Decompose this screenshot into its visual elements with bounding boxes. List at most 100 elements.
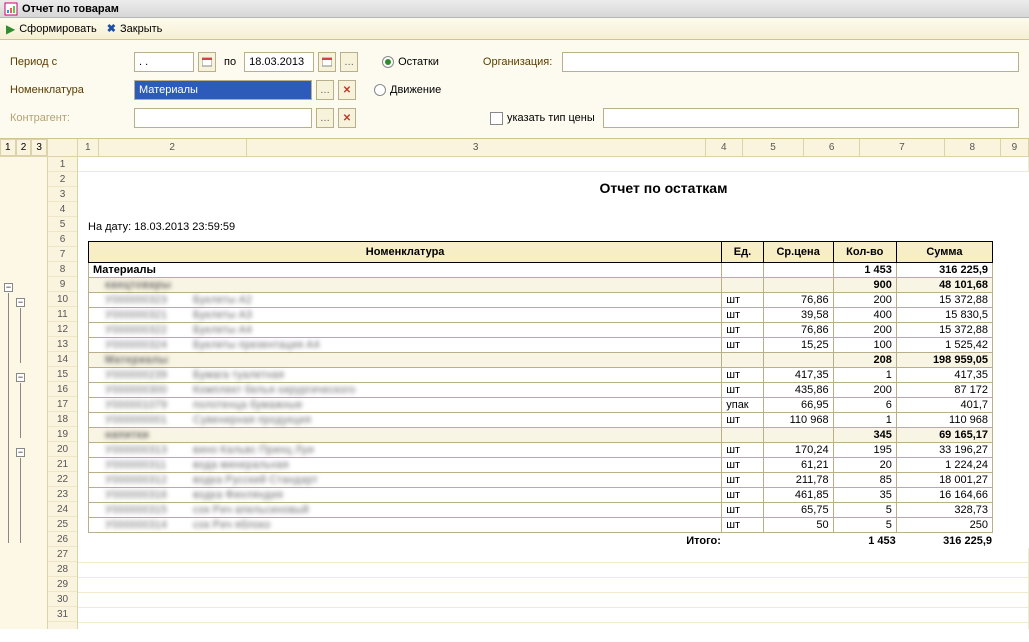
row-number[interactable]: 8 <box>48 262 77 277</box>
radio-movement[interactable]: Движение <box>374 84 441 96</box>
row-number[interactable]: 20 <box>48 442 77 457</box>
ellipsis-button[interactable]: … <box>340 52 358 72</box>
col-2[interactable]: 2 <box>99 139 247 156</box>
sum: 110 968 <box>896 413 992 428</box>
close-button[interactable]: ✖ Закрыть <box>107 22 163 35</box>
ellipsis-button[interactable]: … <box>316 108 334 128</box>
row-number[interactable]: 25 <box>48 517 77 532</box>
row-number[interactable]: 18 <box>48 412 77 427</box>
item-name: У000001079полотенца бумажные <box>89 398 722 413</box>
item-name: У000000313вино Кальвс Принц Луи <box>89 443 722 458</box>
calendar-icon[interactable] <box>198 52 216 72</box>
col-5[interactable]: 5 <box>743 139 804 156</box>
col-6[interactable]: 6 <box>804 139 860 156</box>
unit: шт <box>722 518 763 533</box>
period-to-input[interactable] <box>244 52 314 72</box>
col-8[interactable]: 8 <box>945 139 1001 156</box>
table-row: У000000313вино Кальвс Принц Луишт170,241… <box>89 443 993 458</box>
outline-level-3[interactable]: 3 <box>31 139 47 156</box>
qty: 1 <box>833 413 896 428</box>
row-number[interactable]: 6 <box>48 232 77 247</box>
avg: 76,86 <box>763 293 833 308</box>
row-number[interactable]: 7 <box>48 247 77 262</box>
pricetype-input[interactable] <box>603 108 1019 128</box>
row-number[interactable]: 1 <box>48 157 77 172</box>
row-number[interactable]: 2 <box>48 172 77 187</box>
unit: шт <box>722 473 763 488</box>
row-number[interactable]: 13 <box>48 337 77 352</box>
qty: 200 <box>833 323 896 338</box>
unit: шт <box>722 383 763 398</box>
row-number[interactable]: 24 <box>48 502 77 517</box>
table-row: напитки34569 165,17 <box>89 428 993 443</box>
avg <box>763 263 833 278</box>
row-number[interactable]: 27 <box>48 547 77 562</box>
qty: 6 <box>833 398 896 413</box>
row-number[interactable]: 9 <box>48 277 77 292</box>
row-number[interactable]: 31 <box>48 607 77 622</box>
unit <box>722 278 763 293</box>
col-1[interactable]: 1 <box>78 139 99 156</box>
row-number[interactable]: 3 <box>48 187 77 202</box>
run-label: Сформировать <box>19 23 97 35</box>
col-4[interactable]: 4 <box>706 139 744 156</box>
outline-toggle[interactable]: − <box>16 373 25 382</box>
qty: 200 <box>833 383 896 398</box>
row-number[interactable]: 22 <box>48 472 77 487</box>
ellipsis-button[interactable]: … <box>316 80 334 100</box>
row-number[interactable]: 11 <box>48 307 77 322</box>
unit: шт <box>722 488 763 503</box>
radio-balance[interactable]: Остатки <box>382 56 439 68</box>
outline-toggle[interactable]: − <box>4 283 13 292</box>
sheet-body[interactable]: 1 2 3 4 5 6 7 8 9 Отчет по остаткам На д… <box>78 139 1029 629</box>
item-name: У000000311вода минеральная <box>89 458 722 473</box>
row-number[interactable]: 29 <box>48 577 77 592</box>
row-number[interactable]: 15 <box>48 367 77 382</box>
outline-toggle[interactable]: − <box>16 448 25 457</box>
outline-line <box>20 458 21 543</box>
period-to-label: по <box>224 56 236 68</box>
contragent-input[interactable] <box>134 108 312 128</box>
col-9[interactable]: 9 <box>1001 139 1029 156</box>
table-row: У000000316водка Финляндияшт461,853516 16… <box>89 488 993 503</box>
org-label: Организация: <box>483 56 552 68</box>
item-name: У000000322Буклеты A4 <box>89 323 722 338</box>
row-number[interactable]: 12 <box>48 322 77 337</box>
row-number[interactable]: 14 <box>48 352 77 367</box>
outline-toggle[interactable]: − <box>16 298 25 307</box>
nomenclature-input[interactable] <box>134 80 312 100</box>
qty: 345 <box>833 428 896 443</box>
row-number[interactable]: 21 <box>48 457 77 472</box>
outline-level-1[interactable]: 1 <box>0 139 16 156</box>
pricetype-checkbox[interactable]: указать тип цены <box>490 112 595 125</box>
clear-button[interactable]: ✕ <box>338 80 356 100</box>
row-number[interactable]: 26 <box>48 532 77 547</box>
row-number[interactable]: 28 <box>48 562 77 577</box>
row-number[interactable]: 5 <box>48 217 77 232</box>
table-header-row: Номенклатура Ед. Ср.цена Кол-во Сумма <box>89 242 993 263</box>
row-number[interactable]: 10 <box>48 292 77 307</box>
outline-level-2[interactable]: 2 <box>16 139 32 156</box>
rownum-column: 1234567891011121314151617181920212223242… <box>48 139 78 629</box>
row-number[interactable]: 19 <box>48 427 77 442</box>
sum: 48 101,68 <box>896 278 992 293</box>
totals-sum: 316 225,9 <box>897 534 993 548</box>
item-name: У000000323Буклеты A2 <box>89 293 722 308</box>
qty: 35 <box>833 488 896 503</box>
row-number[interactable]: 16 <box>48 382 77 397</box>
table-row: канцтовары90048 101,68 <box>89 278 993 293</box>
table-row: У000000300Комплект белья хирургическогош… <box>89 383 993 398</box>
row-number[interactable]: 23 <box>48 487 77 502</box>
row-number[interactable]: 17 <box>48 397 77 412</box>
row-number[interactable]: 4 <box>48 202 77 217</box>
col-7[interactable]: 7 <box>860 139 944 156</box>
clear-button[interactable]: ✕ <box>338 108 356 128</box>
subgroup-label: Материалы <box>89 353 722 368</box>
org-input[interactable] <box>562 52 1019 72</box>
calendar-icon[interactable] <box>318 52 336 72</box>
row-number[interactable]: 30 <box>48 592 77 607</box>
col-3[interactable]: 3 <box>247 139 706 156</box>
table-row: У000001079полотенца бумажныеупак66,95640… <box>89 398 993 413</box>
run-button[interactable]: ▶ Сформировать <box>6 22 97 36</box>
period-from-input[interactable] <box>134 52 194 72</box>
